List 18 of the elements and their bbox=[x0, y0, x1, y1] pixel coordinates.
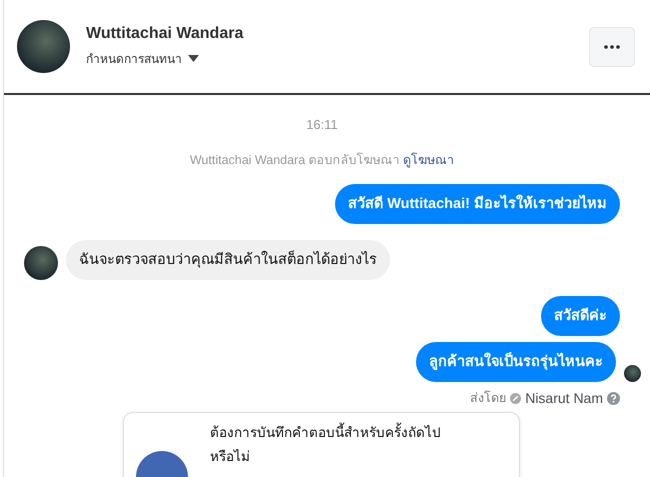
profile-avatar bbox=[17, 20, 70, 73]
sender-avatar bbox=[24, 246, 58, 280]
caret-icon[interactable] bbox=[188, 55, 199, 62]
sent-message: สวัสดีค่ะ bbox=[541, 296, 620, 336]
help-icon[interactable] bbox=[607, 392, 620, 404]
received-message: ฉันจะตรวจสอบว่าคุณมีสินค้าในสต็อกได้อย่างไร bbox=[66, 240, 390, 280]
sent-message: สวัสดี Wuttitachai! มีอะไรให้เราช่วยไหม bbox=[335, 184, 620, 224]
more-icon bbox=[604, 44, 620, 48]
contact-name: Wuttitachai Wandara bbox=[86, 25, 244, 43]
sent-message: ลูกค้าสนใจเป็นรถรุ่นไหนคะ bbox=[416, 342, 616, 382]
sent-by-label: ส่งโดย bbox=[470, 390, 506, 407]
save-reply-prompt: ต้องการบันทึกคำตอบนี้สำหรับครั้งถัดไปหรือไม่ bbox=[210, 421, 460, 477]
conversation-settings-link[interactable]: กำหนดการสนทนา bbox=[86, 49, 182, 68]
sender-name[interactable]: Nisarut Nam bbox=[525, 390, 603, 406]
timestamp: 16:11 bbox=[305, 117, 339, 132]
more-button[interactable] bbox=[589, 26, 635, 66]
system-note: Wuttitachai Wandara ตอบกลับโฆษณา ดูโฆษณา bbox=[188, 152, 456, 170]
view-ad-link[interactable]: ดูโฆษณา bbox=[403, 153, 454, 167]
